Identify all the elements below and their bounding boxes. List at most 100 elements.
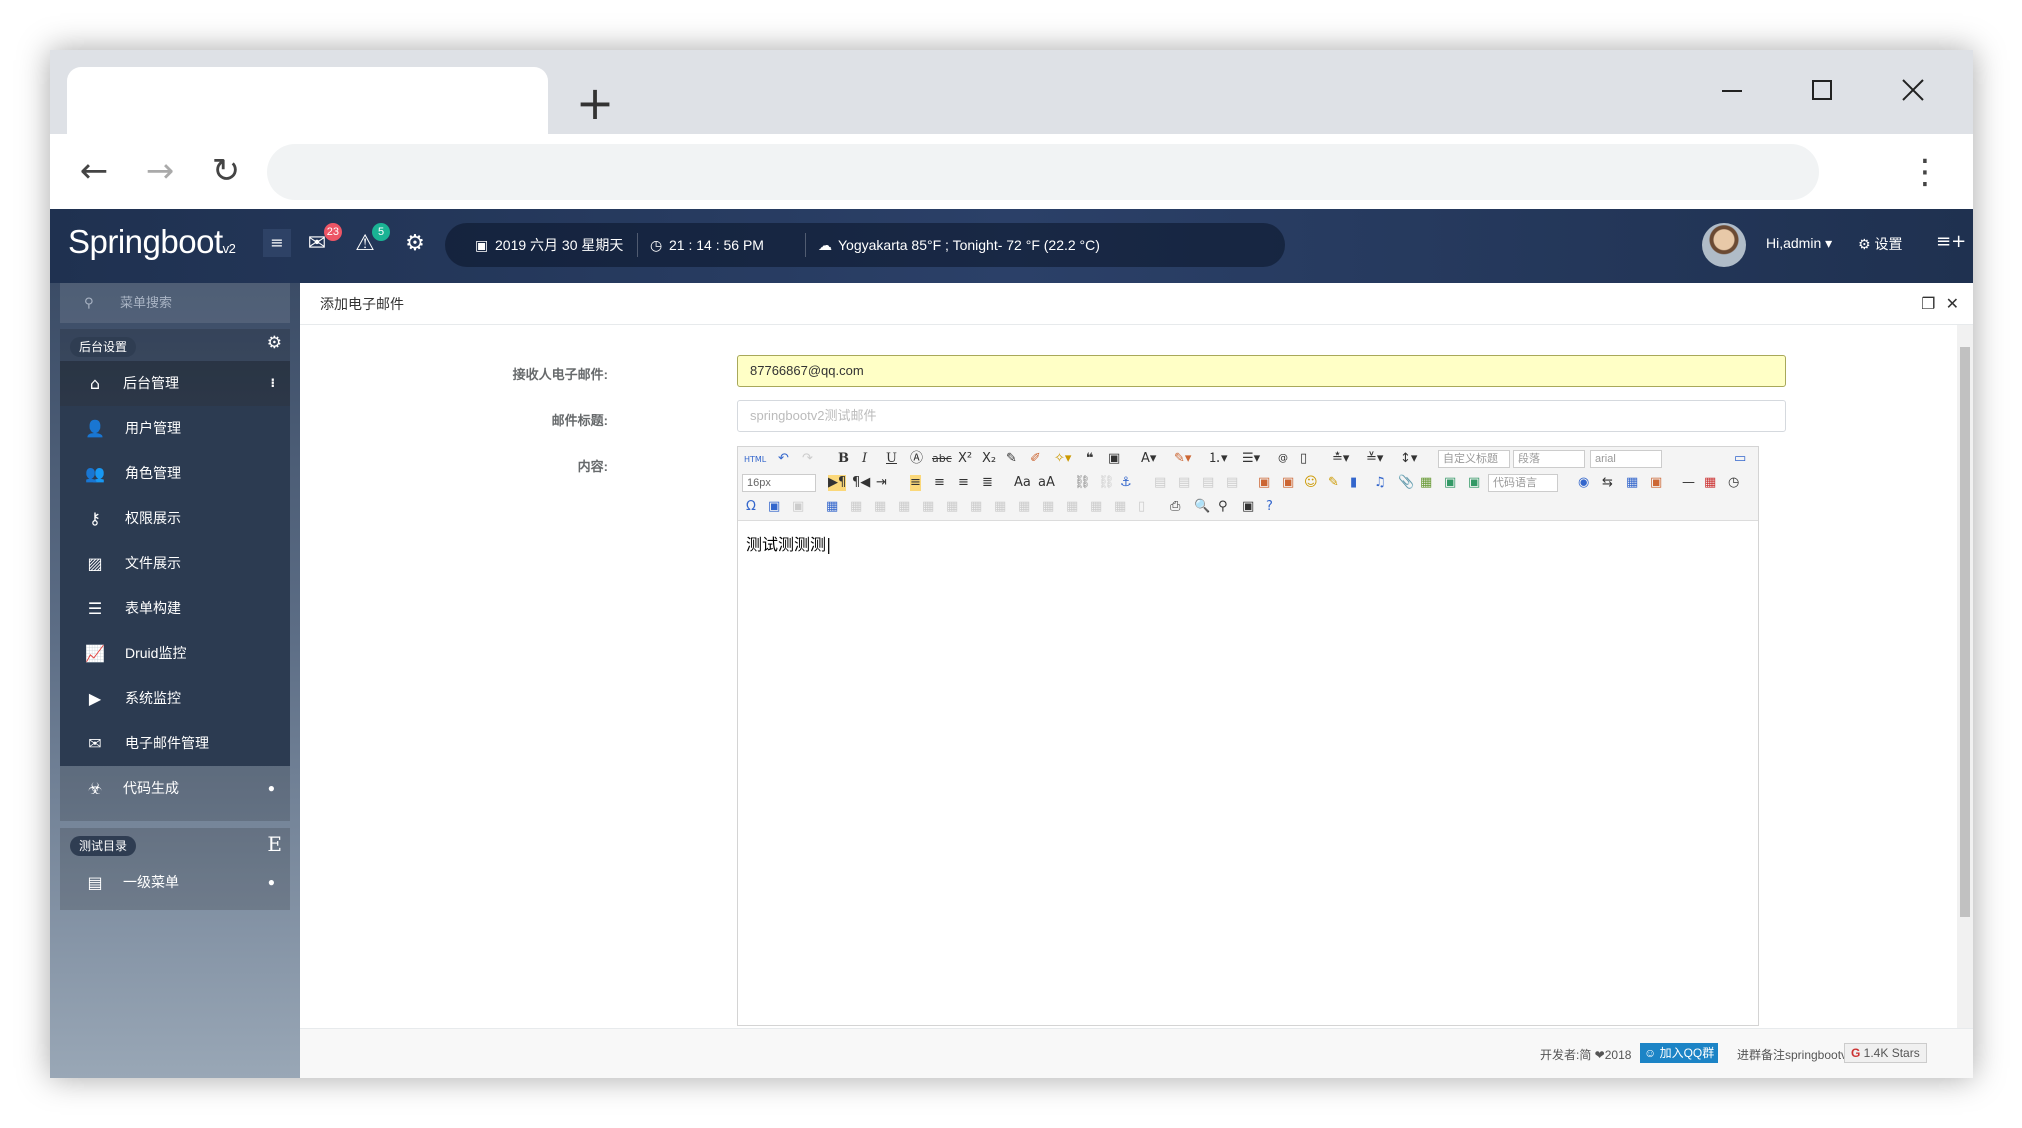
fullscreen-icon[interactable]: ▭ — [1734, 451, 1746, 467]
messages-icon[interactable]: ✉ 23 — [302, 223, 342, 259]
delete-row-icon[interactable]: ▦ — [922, 499, 934, 515]
font-color-icon[interactable]: A▾ — [1141, 451, 1156, 467]
delete-col-icon[interactable]: ▦ — [970, 499, 982, 515]
sidebar-item-codegen[interactable]: ☣ 代码生成 ● — [60, 766, 290, 811]
spechars-icon[interactable]: ▣ — [768, 499, 780, 515]
image-center-icon[interactable]: ▤ — [1226, 475, 1238, 491]
map-icon[interactable]: ▦ — [1420, 475, 1432, 491]
strikethrough-icon[interactable]: abc — [932, 451, 952, 467]
help-icon[interactable]: ? — [1266, 499, 1273, 515]
frame-icon[interactable]: ▣ — [1468, 475, 1480, 491]
merge-down-icon[interactable]: ▦ — [1042, 499, 1054, 515]
anchor-icon[interactable]: ⚓ — [1120, 475, 1132, 491]
minimize-icon[interactable] — [1702, 64, 1762, 116]
ordered-list-icon[interactable]: ⒈▾ — [1208, 451, 1228, 467]
image-right-icon[interactable]: ▤ — [1202, 475, 1214, 491]
line-height-icon[interactable]: ↕▾ — [1400, 451, 1417, 467]
undo-icon[interactable]: ↶ — [778, 451, 789, 467]
insert-col-icon[interactable]: ▦ — [946, 499, 958, 515]
row-spacing-bottom-icon[interactable]: ≚▾ — [1366, 451, 1383, 467]
underline-icon[interactable]: U — [886, 451, 897, 467]
e-icon[interactable]: E — [267, 832, 282, 856]
split-rows-icon[interactable]: ▦ — [1090, 499, 1102, 515]
sidebar-item-druid[interactable]: 📈 Druid监控 — [60, 631, 290, 676]
blockquote-icon[interactable]: ❝ — [1086, 451, 1094, 467]
special-chars-icon[interactable]: Ω — [746, 499, 756, 515]
subject-input[interactable]: springbootv2测试邮件 — [737, 400, 1786, 432]
sidebar-item-email[interactable]: ✉ 电子邮件管理 — [60, 721, 290, 766]
alert-icon[interactable]: ⚠ 5 — [350, 223, 390, 259]
image-left-icon[interactable]: ▤ — [1178, 475, 1190, 491]
chart-icon[interactable]: ▯ — [1138, 499, 1145, 515]
split-cells-icon[interactable]: ▦ — [1066, 499, 1078, 515]
address-bar[interactable] — [267, 144, 1819, 200]
back-icon[interactable]: ← — [72, 152, 116, 192]
page-break-icon[interactable]: ⇆ — [1602, 475, 1613, 491]
direction-ltr-icon[interactable]: ▶¶ — [828, 475, 847, 491]
redo-icon[interactable]: ↷ — [802, 451, 813, 467]
editor-body[interactable]: 测试测测测| — [746, 531, 831, 555]
align-center-icon[interactable]: ≡ — [934, 475, 945, 491]
font-family-select[interactable]: arial — [1590, 450, 1662, 468]
template-icon[interactable]: ◉ — [1578, 475, 1589, 491]
insert-image-icon[interactable]: ▣ — [1282, 475, 1294, 491]
align-right-icon[interactable]: ≡ — [958, 475, 969, 491]
recipient-email-input[interactable]: 87766867@qq.com — [737, 355, 1786, 387]
menu-search[interactable]: ⚲ 菜单搜索 — [60, 283, 290, 323]
insert-row-icon[interactable]: ▦ — [898, 499, 910, 515]
avatar[interactable] — [1702, 223, 1746, 267]
attachment-icon[interactable]: 📎 — [1398, 475, 1414, 491]
settings-gear-icon[interactable]: ⚙ — [400, 229, 430, 259]
time-icon[interactable]: ◷ — [1728, 475, 1739, 491]
drafts-icon[interactable]: ▣ — [1242, 499, 1254, 515]
background-icon[interactable]: ▦ — [1626, 475, 1638, 491]
background-color-icon[interactable]: ✎▾ — [1174, 451, 1191, 467]
wordimage-icon[interactable]: ▣ — [1650, 475, 1662, 491]
browser-tab[interactable] — [67, 67, 548, 134]
row-spacing-top-icon[interactable]: ≛▾ — [1332, 451, 1349, 467]
sidebar-item-forms[interactable]: ☰ 表单构建 — [60, 586, 290, 631]
gear-icon[interactable]: ⚙ — [267, 333, 282, 353]
insert-table-icon[interactable]: ▦ — [826, 499, 838, 515]
maximize-icon[interactable] — [1792, 64, 1852, 116]
rich-text-editor[interactable]: HTML ↶ ↷ B I U Ⓐ abc X² X₂ ✎ ✐ ✧▾ ❝ ▣ A▾ — [737, 446, 1759, 1026]
link-icon[interactable]: ⛓ — [1074, 475, 1091, 491]
font-border-icon[interactable]: Ⓐ — [910, 451, 923, 467]
horizontal-rule-icon[interactable]: — — [1682, 475, 1695, 491]
remove-format-icon[interactable]: ✎ — [1006, 451, 1017, 467]
new-tab-button[interactable]: + — [570, 80, 620, 130]
scrollbar[interactable] — [1957, 325, 1973, 1070]
autotype-icon[interactable]: ✧▾ — [1054, 451, 1071, 467]
format-match-icon[interactable]: ✐ — [1030, 451, 1041, 467]
restore-icon[interactable]: ❐ — [1921, 294, 1935, 313]
sidebar-item-users[interactable]: 👤 用户管理 — [60, 406, 290, 451]
music-icon[interactable]: ♫ — [1374, 475, 1386, 491]
merge-right-icon[interactable]: ▦ — [1018, 499, 1030, 515]
expand-menu-icon[interactable]: ≡+ — [1936, 231, 1966, 252]
sidebar-item-roles[interactable]: 👥 角色管理 — [60, 451, 290, 496]
simple-upload-icon[interactable]: ▣ — [1258, 475, 1270, 491]
paragraph-select[interactable]: 段落 — [1513, 450, 1585, 468]
clear-doc-icon[interactable]: ▯ — [1300, 451, 1307, 467]
preview-icon[interactable]: 🔍 — [1194, 499, 1210, 515]
sidebar-toggle-icon[interactable]: ≡ — [263, 229, 291, 257]
italic-icon[interactable]: I — [862, 451, 867, 467]
html-source-icon[interactable]: HTML — [744, 452, 766, 468]
split-cols-icon[interactable]: ▦ — [1114, 499, 1126, 515]
reload-icon[interactable]: ↻ — [204, 152, 248, 192]
scrollbar-thumb[interactable] — [1960, 347, 1970, 917]
custom-title-select[interactable]: 自定义标题 — [1438, 450, 1510, 468]
bold-icon[interactable]: B — [838, 451, 849, 467]
font-size-select[interactable]: 16px — [742, 474, 816, 492]
close-window-icon[interactable] — [1883, 64, 1943, 116]
align-justify-icon[interactable]: ≣ — [982, 475, 993, 491]
subscript-icon[interactable]: X₂ — [982, 451, 996, 467]
sidebar-item-level1[interactable]: ▤ 一级菜单 ● — [60, 860, 290, 905]
stars-badge[interactable]: G 1.4K Stars — [1844, 1043, 1927, 1063]
close-icon[interactable]: ✕ — [1946, 294, 1959, 313]
image-none-icon[interactable]: ▤ — [1154, 475, 1166, 491]
join-qq-button[interactable]: ☺ 加入QQ群 — [1640, 1043, 1719, 1063]
to-lowercase-icon[interactable]: aA — [1038, 475, 1055, 491]
emotion-icon[interactable]: ☺ — [1304, 475, 1318, 491]
to-uppercase-icon[interactable]: Aa — [1014, 475, 1031, 491]
